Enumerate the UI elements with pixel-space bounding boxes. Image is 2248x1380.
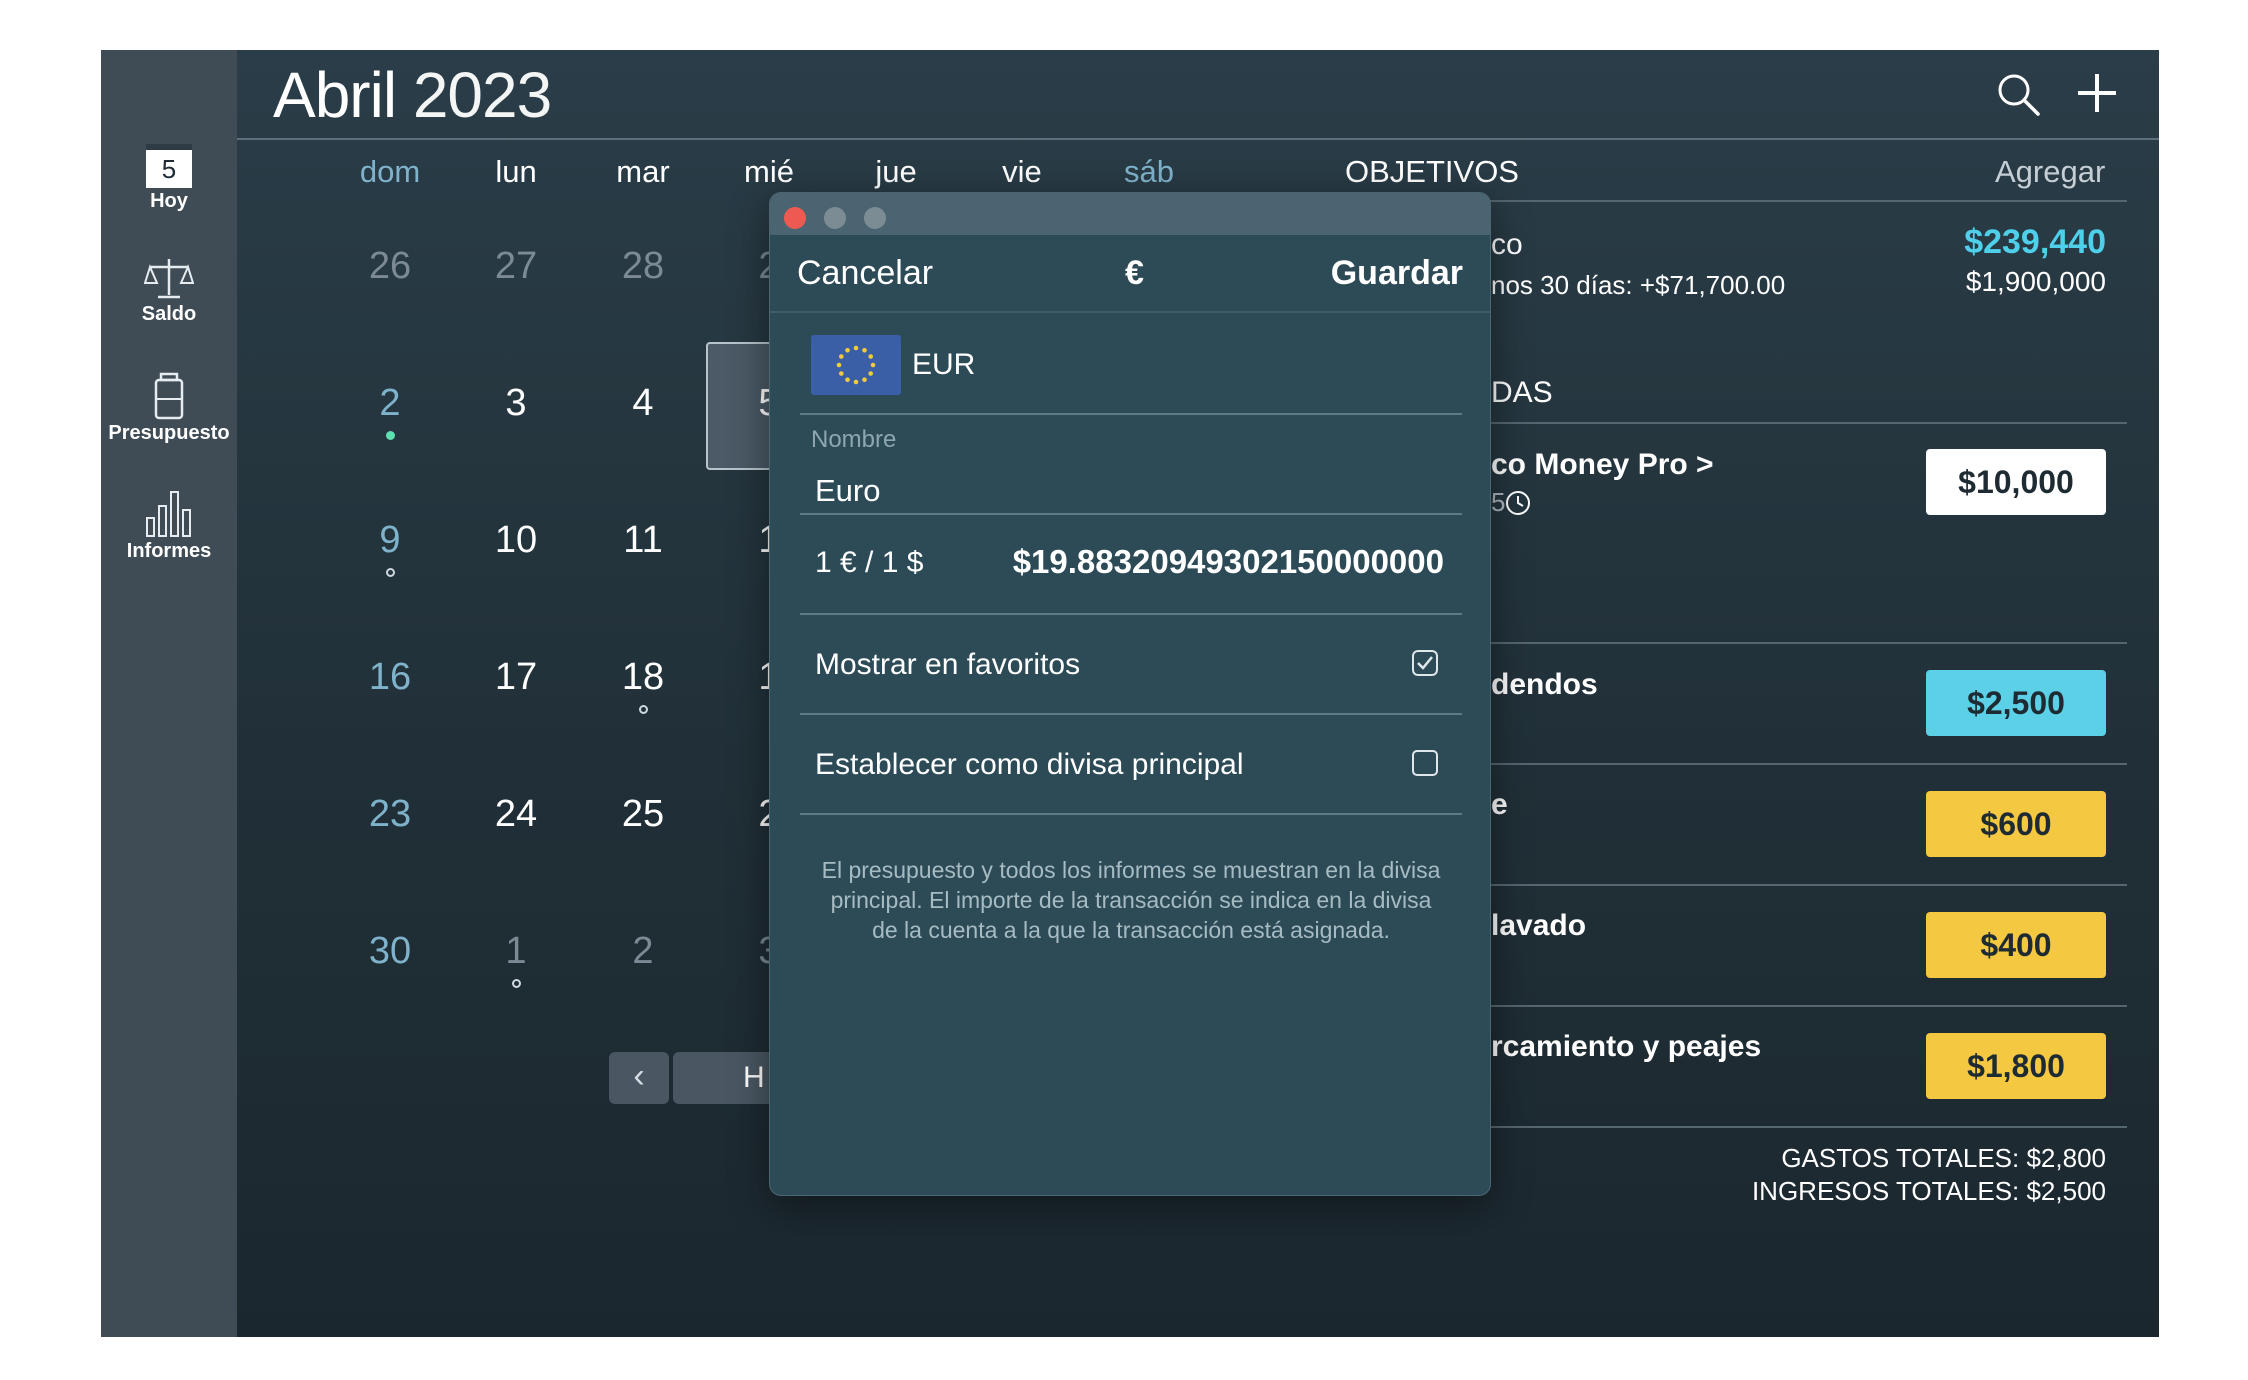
chevron-left-icon: ‹ <box>633 1057 645 1095</box>
currency-code[interactable]: EUR <box>912 348 975 382</box>
currency-symbol-title: € <box>1125 254 1144 292</box>
goal-name: co <box>1491 228 1523 261</box>
budget-jar-icon <box>154 372 184 420</box>
main-currency-label: Establecer como divisa principal <box>815 748 1244 781</box>
goal-row-name[interactable]: rcamiento y peajes <box>1491 1030 1761 1064</box>
sidebar-item-balance[interactable]: Saldo <box>101 255 237 326</box>
goal-row-name[interactable]: co Money Pro > <box>1491 448 1714 482</box>
prev-month-button[interactable]: ‹ <box>609 1052 669 1104</box>
calendar-day[interactable]: 3 <box>453 382 579 425</box>
sidebar-item-label: Presupuesto <box>108 422 230 444</box>
sidebar-item-label: Saldo <box>141 303 197 325</box>
calendar-today-icon: 5 <box>146 144 192 188</box>
goal-progress: nos 30 días: +$71,700.00 <box>1491 270 1786 300</box>
calendar-day[interactable]: 30 <box>327 930 453 973</box>
divider <box>800 513 1462 515</box>
favorites-checkbox[interactable] <box>1412 650 1438 676</box>
minimize-window-button[interactable] <box>824 207 846 229</box>
cancel-button[interactable]: Cancelar <box>797 254 933 293</box>
calendar-day[interactable]: 27 <box>453 245 579 288</box>
calendar-day[interactable]: 24 <box>453 793 579 836</box>
scales-icon <box>144 259 194 299</box>
divider <box>800 413 1462 415</box>
bar-chart-icon <box>146 491 191 537</box>
amount-pill[interactable]: $400 <box>1926 912 2106 978</box>
calendar-day[interactable]: 2 <box>580 930 706 973</box>
exchange-rate-label: 1 € / 1 $ <box>815 546 924 579</box>
total-expenses: GASTOS TOTALES: $2,800 <box>1781 1143 2106 1173</box>
goal-row-name[interactable]: dendos <box>1491 668 1598 702</box>
dialog-toolbar: Cancelar € Guardar <box>770 235 1490 313</box>
app-window: 5 Hoy Saldo Presupuesto Informes Abril 2… <box>101 50 2159 1337</box>
amount-pill[interactable]: $600 <box>1926 791 2106 857</box>
goal-target: $1,900,000 <box>1965 266 2106 297</box>
favorites-label: Mostrar en favoritos <box>815 648 1081 681</box>
amount-pill[interactable]: $10,000 <box>1926 449 2106 515</box>
goal-row-sub: 5 <box>1491 487 1506 517</box>
calendar-day[interactable]: 23 <box>327 793 453 836</box>
calendar-day[interactable]: 26 <box>327 245 453 288</box>
event-dot <box>512 979 521 988</box>
main-currency-checkbox[interactable] <box>1412 750 1438 776</box>
totals: GASTOS TOTALES: $2,800 INGRESOS TOTALES:… <box>1701 1142 2106 1208</box>
goal-amount: $239,440 <box>1964 223 2106 261</box>
weekday-fri: vie <box>1002 154 1042 189</box>
calendar-day[interactable]: 10 <box>453 519 579 562</box>
divider <box>800 813 1462 815</box>
save-button[interactable]: Guardar <box>1331 254 1463 293</box>
year-label: 2023 <box>412 59 552 131</box>
weekday-sun: dom <box>359 154 421 189</box>
event-dot <box>386 568 395 577</box>
calendar-day[interactable]: 25 <box>580 793 706 836</box>
calendar-day[interactable]: 16 <box>327 656 453 699</box>
sidebar-item-label: Hoy <box>150 190 188 212</box>
page-title: Abril 2023 <box>273 58 552 132</box>
calendar-day[interactable]: 9 <box>327 519 453 562</box>
total-income: INGRESOS TOTALES: $2,500 <box>1751 1176 2106 1206</box>
calendar-day[interactable]: 28 <box>580 245 706 288</box>
dialog-titlebar <box>770 193 1490 235</box>
sidebar-item-reports[interactable]: Informes <box>101 488 237 563</box>
calendar-day[interactable]: 11 <box>580 519 706 562</box>
weekday-sat: sáb <box>1124 154 1174 189</box>
calendar-day[interactable]: 17 <box>453 656 579 699</box>
name-field-label: Nombre <box>811 426 897 453</box>
month-label: Abril <box>273 59 397 131</box>
today-nav-button[interactable]: H <box>673 1052 783 1104</box>
section-title: DAS <box>1491 376 1553 409</box>
weekday-mon: lun <box>495 154 537 189</box>
weekday-thu: jue <box>875 154 917 189</box>
calendar-day[interactable]: 1 <box>453 930 579 973</box>
weekday-tue: mar <box>616 154 670 189</box>
close-window-button[interactable] <box>784 207 806 229</box>
header-divider <box>237 138 2159 140</box>
event-dot <box>639 705 648 714</box>
goal-row-name[interactable]: lavado <box>1491 909 1586 943</box>
clock-icon <box>1506 491 1530 515</box>
calendar-day[interactable]: 2 <box>327 382 453 425</box>
currency-edit-dialog: Cancelar € Guardar EUR Nombre Euro 1 € /… <box>769 192 1491 1196</box>
goals-title: OBJETIVOS <box>1345 154 1519 189</box>
amount-pill[interactable]: $1,800 <box>1926 1033 2106 1099</box>
calendar-day[interactable]: 4 <box>580 382 706 425</box>
exchange-rate-field[interactable]: $19.88320949302150000000 <box>1013 543 1444 581</box>
maximize-window-button[interactable] <box>864 207 886 229</box>
divider <box>800 613 1462 615</box>
divider <box>800 713 1462 715</box>
add-icon[interactable] <box>2072 68 2122 118</box>
main-currency-hint: El presupuesto y todos los informes se m… <box>821 857 1441 943</box>
add-goal-button[interactable]: Agregar <box>1995 154 2105 190</box>
eu-flag-icon[interactable] <box>811 335 901 395</box>
sidebar-item-label: Informes <box>126 540 212 562</box>
sidebar-item-budget[interactable]: Presupuesto <box>101 372 237 445</box>
goal-row-name[interactable]: e <box>1491 788 1508 822</box>
event-dot <box>386 431 395 440</box>
amount-pill[interactable]: $2,500 <box>1926 670 2106 736</box>
search-icon[interactable] <box>1994 70 2044 120</box>
sidebar-item-today[interactable]: 5 Hoy <box>101 144 237 213</box>
weekday-wed: mié <box>744 154 794 189</box>
sidebar: 5 Hoy Saldo Presupuesto Informes <box>101 50 237 1337</box>
calendar-day[interactable]: 18 <box>580 656 706 699</box>
name-field[interactable]: Euro <box>815 473 880 509</box>
